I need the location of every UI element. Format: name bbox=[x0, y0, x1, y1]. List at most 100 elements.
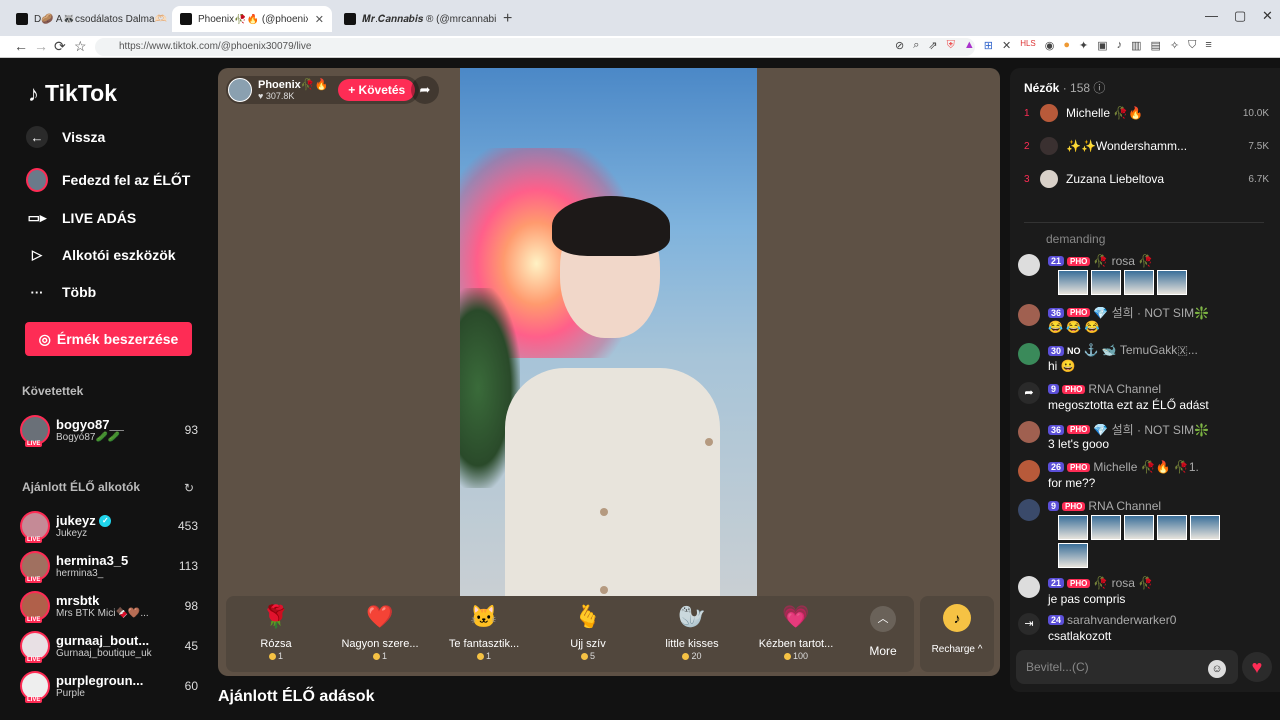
get-coins-button[interactable]: ◎ Érmék beszerzése bbox=[25, 322, 192, 356]
avatar bbox=[1018, 343, 1040, 365]
recommended-creator[interactable]: LIVE purplegroun... Purple 60 bbox=[20, 669, 198, 703]
chat-message[interactable]: 30 NO ⚓ 🐋 TemuGakk🇽... hi 😀 bbox=[1018, 343, 1274, 377]
top-viewer-row[interactable]: 3 Zuzana Liebeltova 6.7K bbox=[1024, 168, 1269, 190]
new-tab-button[interactable]: + bbox=[503, 10, 512, 28]
like-heart-icon[interactable]: ♥ bbox=[1242, 652, 1272, 682]
gift-bar: 🌹 Rózsa 1 ❤️ Nagyon szere... 1 🐱 Te fant… bbox=[226, 596, 914, 672]
browser-tab-active[interactable]: Phoenix🥀🔥 (@phoenix3007... ✕ bbox=[172, 6, 332, 32]
seal-gift-icon: 🦭 bbox=[678, 604, 706, 629]
nav-more[interactable]: ··· Több bbox=[26, 281, 97, 303]
sidebar-icon[interactable]: ▥ bbox=[1131, 39, 1141, 52]
avatar: LIVE bbox=[20, 591, 50, 623]
extension-icon[interactable]: ◉ bbox=[1045, 39, 1055, 52]
music-icon[interactable]: ♪ bbox=[1117, 39, 1123, 52]
info-icon[interactable]: ⓘ bbox=[1093, 81, 1105, 95]
share-icon[interactable]: ➦ bbox=[411, 76, 439, 104]
thumbnail bbox=[1091, 270, 1121, 295]
wallet-icon[interactable]: ▤ bbox=[1151, 39, 1161, 52]
gift-item[interactable]: 🫰 Ujj szív 5 bbox=[538, 602, 638, 668]
brave-shield-icon[interactable]: ⛨ bbox=[947, 39, 955, 52]
viewers-header[interactable]: Nézők · 158 ⓘ bbox=[1024, 79, 1105, 96]
extension-color-icon[interactable]: ● bbox=[1063, 39, 1070, 52]
chat-share-notice[interactable]: ➦ 9 PHO RNA Channel megosztotta ezt az ÉLŐ… bbox=[1018, 382, 1274, 416]
coin-icon bbox=[372, 653, 380, 661]
thumbnail bbox=[1058, 543, 1088, 568]
translate-icon[interactable]: ⊞ bbox=[984, 39, 993, 52]
faded-message: demanding bbox=[1046, 232, 1106, 246]
nav-back[interactable]: ← Vissza bbox=[26, 126, 105, 148]
gift-item[interactable]: 🦭 little kisses 20 bbox=[642, 602, 742, 668]
live-stream-player[interactable]: Phoenix🥀🔥 ♥ 307.8K + Követés ➦ 🌹 Rózsa 1… bbox=[218, 68, 1000, 676]
tiktok-logo[interactable]: ♪ TikTok bbox=[28, 80, 117, 107]
streamer-hair bbox=[552, 196, 670, 256]
gift-item[interactable]: 💗 Kézben tartot... 100 bbox=[746, 602, 846, 668]
gift-item[interactable]: ❤️ Nagyon szere... 1 bbox=[330, 602, 430, 668]
chat-message[interactable]: 9 PHO RNA Channel bbox=[1018, 499, 1274, 571]
back-icon[interactable]: ← bbox=[14, 38, 28, 54]
nav-creator-tools[interactable]: ▷ Alkotói eszközök bbox=[26, 244, 176, 266]
vpn-icon[interactable]: ⛉ bbox=[1188, 39, 1196, 52]
reload-icon[interactable]: ⟳ bbox=[54, 38, 66, 55]
chat-input[interactable]: Bevitel...(C) bbox=[1016, 650, 1238, 684]
chat-join-notice[interactable]: ⇥ 24 sarahvanderwarker0 csatlakozott bbox=[1018, 613, 1274, 647]
top-viewer-row[interactable]: 2 ✨✨Wondershamm... 7.5K bbox=[1024, 135, 1269, 157]
close-window-icon[interactable]: ✕ bbox=[1262, 8, 1273, 24]
rewards-icon[interactable]: ▲ bbox=[964, 39, 975, 52]
forward-icon[interactable]: → bbox=[34, 38, 48, 54]
viewer-count: 453 bbox=[177, 519, 198, 533]
minimize-icon[interactable]: — bbox=[1205, 8, 1218, 23]
recommended-creator[interactable]: LIVE gurnaaj_bout... Gurnaaj_boutique_uk… bbox=[20, 629, 198, 663]
puzzle-icon[interactable]: ✦ bbox=[1079, 39, 1088, 52]
chat-message[interactable]: 21 PHO 🥀 rosa 🥀 je pas compris bbox=[1018, 576, 1274, 610]
followed-creator[interactable]: LIVE bogyo87__ Bogyó87🥒🥒 93 bbox=[20, 413, 198, 447]
avatar bbox=[1040, 170, 1058, 188]
chat-message[interactable]: 26 PHO Michelle 🥀🔥 🥀1. for me?? bbox=[1018, 460, 1274, 494]
top-viewer-row[interactable]: 1 Michelle 🥀🔥 10.0K bbox=[1024, 102, 1269, 124]
reader-icon[interactable]: ⊘ bbox=[895, 39, 904, 52]
recommended-creator[interactable]: LIVE hermina3_5 hermina3_ 113 bbox=[20, 549, 198, 583]
chat-message[interactable]: 21 PHO 🥀 rosa 🥀 bbox=[1018, 254, 1274, 300]
hls-icon[interactable]: HLS bbox=[1020, 39, 1036, 52]
explore-live-avatar bbox=[26, 168, 48, 192]
cat-gift-icon: 🐱 bbox=[470, 604, 498, 629]
share-icon: ➦ bbox=[1018, 382, 1040, 404]
nav-explore-live[interactable]: Fedezd fel az ÉLŐT bbox=[26, 168, 190, 192]
avatar: LIVE bbox=[20, 415, 50, 447]
left-sidebar: ♪ TikTok ← Vissza Fedezd fel az ÉLŐT ▭▸ … bbox=[8, 58, 208, 720]
zoom-icon[interactable]: ⌕ bbox=[913, 39, 919, 52]
viewer-count: 113 bbox=[178, 559, 198, 573]
extension-box-icon[interactable]: ▣ bbox=[1097, 39, 1107, 52]
browser-tab[interactable]: 𝑴𝒓.𝑪𝒂𝒏𝒏𝒂𝒃𝒊𝒔 ® (@mrcannabis_)... bbox=[336, 6, 496, 32]
browser-tab[interactable]: D🥔 A🦝csodálatos Dalma🫶🏻 (@... bbox=[8, 6, 168, 32]
chat-message[interactable]: 36 PHO 💎 설희 · NOT SIM❇️ 😂 😂 😂 bbox=[1018, 304, 1274, 338]
refresh-icon[interactable]: ↻ bbox=[184, 481, 194, 495]
nav-go-live[interactable]: ▭▸ LIVE ADÁS bbox=[26, 207, 137, 229]
bookmark-icon[interactable]: ☆ bbox=[74, 38, 87, 55]
chat-panel: Nézők · 158 ⓘ 1 Michelle 🥀🔥 10.0K 2 ✨✨Wo… bbox=[1010, 68, 1280, 692]
emoji-icon[interactable]: ☺ bbox=[1208, 660, 1226, 678]
recharge-button[interactable]: ♪ Recharge ^ bbox=[920, 596, 994, 672]
menu-icon[interactable]: ≡ bbox=[1205, 39, 1211, 52]
gift-item[interactable]: 🐱 Te fantasztik... 1 bbox=[434, 602, 534, 668]
maximize-icon[interactable]: ▢ bbox=[1234, 8, 1246, 24]
avatar: LIVE bbox=[20, 511, 50, 543]
follow-button[interactable]: + Követés bbox=[338, 79, 416, 101]
coin-icon bbox=[682, 653, 690, 661]
host-avatar[interactable] bbox=[228, 78, 252, 102]
more-gifts-button[interactable]: ︿ More bbox=[858, 606, 908, 658]
live-video[interactable] bbox=[460, 68, 757, 596]
extension-x-icon[interactable]: ✕ bbox=[1002, 39, 1011, 52]
close-tab-icon[interactable]: ✕ bbox=[315, 13, 324, 26]
coin-icon bbox=[476, 653, 484, 661]
recommended-creator[interactable]: LIVE jukeyz ✓ Jukeyz 453 bbox=[20, 509, 198, 543]
leo-icon[interactable]: ✧ bbox=[1170, 39, 1179, 52]
fan-badge: PHO bbox=[1067, 256, 1091, 266]
thumbnail bbox=[1091, 515, 1121, 540]
chat-message[interactable]: 36 PHO 💎 설희 · NOT SIM❇️ 3 let's gooo bbox=[1018, 421, 1274, 455]
gift-item[interactable]: 🌹 Rózsa 1 bbox=[226, 602, 326, 668]
url-field[interactable]: https://www.tiktok.com/@phoenix30079/liv… bbox=[95, 38, 975, 56]
avatar bbox=[1018, 499, 1040, 521]
recommended-creator[interactable]: LIVE mrsbtk Mrs BTK Mici🍫🤎... 98 bbox=[20, 589, 198, 623]
host-info[interactable]: Phoenix🥀🔥 ♥ 307.8K + Követés bbox=[226, 76, 420, 104]
share-page-icon[interactable]: ⇗ bbox=[928, 39, 937, 52]
